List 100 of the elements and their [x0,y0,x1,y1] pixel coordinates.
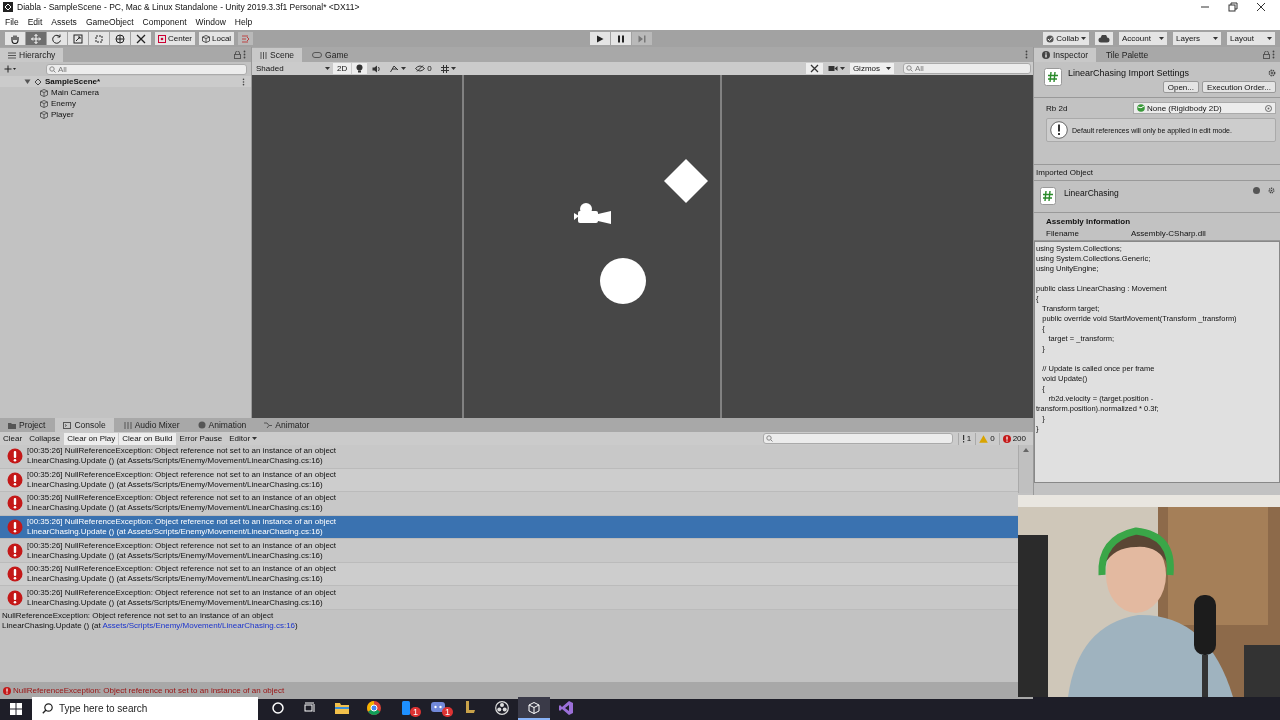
panel-tab[interactable]: Inspector [1034,48,1096,62]
game-object-item[interactable]: Main Camera [51,88,99,97]
log-entry[interactable]: [00:35:26] NullReferenceException: Object reference not set to an instance of an object LinearChasing.Update () (at Assets/Scripts/Enemy/Movement/LinearChasing.cs:16) [0,515,1018,540]
warning-count-toggle[interactable]: 0 [975,432,998,445]
space-button[interactable]: Local [199,32,235,45]
more-icon[interactable] [242,77,245,86]
restore-icon[interactable] [1228,2,1238,12]
ide-icon [559,700,573,715]
menu-item[interactable]: File [5,17,19,27]
console-toggle[interactable]: Clear on Build [119,432,176,445]
panel-tab[interactable]: Audio Mixer [115,418,188,432]
log-entry[interactable]: [00:35:26] NullReferenceException: Object reference not set to an instance of an object LinearChasing.Update () (at Assets/Scripts/Enemy/Movement/LinearChasing.cs:16) [0,492,1018,516]
panel-tab[interactable]: Tile Palette [1097,48,1157,62]
log-entry[interactable]: [00:35:26] NullReferenceException: Object reference not set to an instance of an object LinearChasing.Update () (at Assets/Scripts/Enemy/Movement/LinearChasing.cs:16) [0,539,1018,563]
script-name: LinearChasing [1064,188,1119,198]
diamond-sprite[interactable] [664,159,708,203]
caret-icon [1081,37,1086,40]
scroll-up-icon [1023,448,1029,452]
menu-item[interactable]: Window [195,17,226,27]
scale-tool-button[interactable] [68,32,88,45]
lock-icon[interactable] [234,50,241,59]
object-field[interactable]: None (Rigidbody 2D) [1133,102,1276,114]
collab-dropdown[interactable]: Collab [1043,32,1089,45]
settings-icon[interactable] [1268,187,1275,194]
start-button[interactable] [10,702,22,715]
grid-icon [440,64,449,73]
gizmos-dropdown[interactable]: Gizmos [849,63,894,74]
2d-toggle[interactable]: 2D [333,63,352,74]
hand-tool-button[interactable] [5,32,25,45]
window-title: Diabla - SampleScene - PC, Mac & Linux Standalone - Unity 2019.3.3f1 Personal* <DX11> [17,2,360,12]
toolbar-dropdown[interactable]: Layout [1227,32,1275,45]
toolbar-dropdown[interactable]: Layers [1173,32,1221,45]
menu-item[interactable]: Edit [27,17,43,27]
toolbar-dropdown[interactable]: Account [1119,32,1167,45]
tools-toggle[interactable] [805,63,823,74]
play-button[interactable] [590,32,611,45]
notification-badge: 1 [442,707,453,717]
error-icon [1002,434,1011,443]
panel-tab[interactable]: Console [55,418,114,432]
create-button[interactable] [4,65,16,73]
game-object-item[interactable]: Player [51,110,74,119]
menu-item[interactable]: Component [142,17,187,27]
pivot-button[interactable]: Center [155,32,195,45]
unity-taskbar-button[interactable] [518,697,550,720]
search-field[interactable] [762,433,953,444]
assembly-heading: Assembly Information [1046,217,1131,226]
scene-name[interactable]: SampleScene* [45,77,101,86]
inspector-button[interactable]: Open... [1162,81,1199,93]
shading-dropdown[interactable]: Shaded [254,63,332,74]
panel-tab[interactable]: Animator [256,418,318,432]
game-object-item[interactable]: Enemy [51,99,76,108]
more-icon[interactable] [1272,50,1275,59]
transform-tool-button[interactable] [110,32,130,45]
search-icon [765,435,773,442]
menu-item[interactable]: GameObject [85,17,134,27]
caret-icon [325,67,330,70]
rotate-tool-button[interactable] [47,32,67,45]
log-entry[interactable]: [00:35:26] NullReferenceException: Object reference not set to an instance of an object LinearChasing.Update () (at Assets/Scripts/Enemy/Movement/LinearChasing.cs:16) [0,562,1018,587]
hierarchy-tab[interactable]: Hierarchy [0,48,64,62]
log-message: [00:35:26] NullReferenceException: Object reference not set to an instance of an object [27,446,337,457]
menu-item[interactable]: Assets [51,17,77,27]
console-toggle[interactable]: Clear on Play [64,432,119,445]
search-field[interactable]: All [46,63,247,75]
discord-taskbar-button[interactable]: 1 [422,697,454,720]
scene-tab[interactable]: Scene [252,48,303,62]
camera-icon[interactable] [574,203,611,224]
lighting-toggle[interactable] [352,63,368,74]
phone-taskbar-button[interactable]: 1 [390,697,422,720]
log-entry[interactable]: [00:35:26] NullReferenceException: Object reference not set to an instance of an object LinearChasing.Update () (at Assets/Scripts/Enemy/Movement/LinearChasing.cs:16) [0,468,1018,493]
panel-tab[interactable]: Project [0,418,54,432]
search-field[interactable]: All [903,63,1031,74]
panel-tab[interactable]: Animation [189,418,255,432]
target-icon[interactable] [1265,104,1272,112]
pause-icon [617,34,626,43]
game-tab[interactable]: Game [304,48,357,62]
custom-tool-button[interactable] [131,32,151,45]
more-icon[interactable] [1025,50,1028,59]
warning-icon [979,434,989,443]
move-tool-button[interactable] [26,32,46,45]
phone-icon [401,700,411,715]
taskbar-search-field[interactable]: Type here to search [32,697,258,720]
log-entry[interactable]: [00:35:26] NullReferenceException: Object reference not set to an instance of an object LinearChasing.Update () (at Assets/Scripts/Enemy/Movement/LinearChasing.cs:16) [0,445,1018,469]
error-icon [7,566,23,583]
more-icon[interactable] [243,50,246,59]
circle-sprite[interactable] [600,258,646,304]
error-icon [7,519,23,535]
pause-button[interactable] [611,32,632,45]
log-entry[interactable]: [00:35:26] NullReferenceException: Object reference not set to an instance of an object LinearChasing.Update () (at Assets/Scripts/Enemy/Movement/LinearChasing.cs:16) [0,586,1018,611]
inspector-button[interactable]: Execution Order... [1201,81,1276,93]
error-count-toggle[interactable]: 200 [998,432,1029,445]
log-trace: LinearChasing.Update () (at Assets/Scripts/Enemy/Movement/LinearChasing.cs:16) [27,503,324,514]
settings-icon[interactable] [1268,69,1276,77]
expanded-arrow-icon[interactable] [24,78,31,85]
cloud-button[interactable] [1095,32,1113,45]
gamepad-icon [312,52,323,58]
close-icon[interactable] [1256,2,1266,12]
menu-item[interactable]: Help [234,17,253,27]
log-message: [00:35:26] NullReferenceException: Object reference not set to an instance of an object [27,493,337,504]
field-label: Rb 2d [1046,103,1069,113]
lock-icon[interactable] [1263,50,1270,59]
